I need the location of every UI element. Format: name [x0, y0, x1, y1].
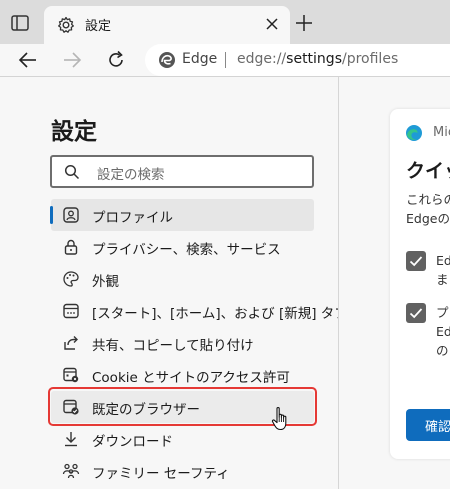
- tab-strip: 設定: [0, 0, 450, 44]
- option-checkbox-2[interactable]: [406, 303, 426, 323]
- sidebar-item-label: Cookie とサイトのアクセス許可: [92, 370, 290, 386]
- back-icon[interactable]: [17, 49, 39, 71]
- sidebar-item-profiles[interactable]: プロファイル: [50, 199, 314, 231]
- edge-logo-icon: [159, 52, 175, 68]
- address-bar[interactable]: Edge edge://settings/profiles: [145, 44, 450, 76]
- sidebar-item-label: 共有、コピーして貼り付け: [92, 338, 254, 354]
- content-panel: Mic クイッ これらの Edgeの Ed ま プ Ed の 確認: [339, 77, 450, 489]
- confirm-button-label: 確認: [425, 420, 450, 435]
- address-url: edge://settings/profiles: [237, 51, 399, 67]
- edge-logo-icon: [406, 125, 422, 141]
- tab-settings[interactable]: 設定: [44, 6, 290, 44]
- quick-setup-card: Mic クイッ これらの Edgeの Ed ま プ Ed の 確認: [390, 109, 450, 459]
- sidebar-item-label: ダウンロード: [92, 434, 173, 450]
- family-icon: [62, 463, 80, 479]
- share-icon: [64, 336, 78, 350]
- sidebar-item-label: プロファイル: [92, 210, 173, 226]
- refresh-icon[interactable]: [105, 49, 127, 71]
- hand-cursor-icon: [271, 406, 287, 431]
- sidebar-item-family-safety[interactable]: ファミリー セーフティ: [51, 455, 314, 487]
- card-description: これらの Edgeの: [406, 192, 450, 226]
- profile-icon: [63, 207, 79, 223]
- card-brand: Mic: [433, 125, 450, 140]
- page-title: 設定: [51, 119, 97, 145]
- checkmark-icon: [409, 308, 423, 319]
- sidebar-item-start-home-newtab[interactable]: [スタート]、[ホーム]、および [新規] タブ: [51, 295, 348, 327]
- sidebar-item-label: 外観: [92, 274, 119, 290]
- download-icon: [65, 432, 77, 447]
- sidebar-item-label: ファミリー セーフティ: [92, 466, 230, 482]
- option-checkbox-1[interactable]: [406, 251, 426, 271]
- new-tab-icon[interactable]: [294, 13, 314, 33]
- site-permissions-icon: [63, 367, 79, 383]
- sidebar-item-privacy[interactable]: プライバシー、検索、サービス: [51, 231, 314, 263]
- card-title: クイッ: [406, 160, 450, 182]
- sidebar-item-appearance[interactable]: 外観: [51, 263, 314, 295]
- forward-icon: [64, 52, 82, 68]
- tab-title: 設定: [85, 19, 112, 34]
- close-icon[interactable]: [264, 16, 280, 32]
- search-input[interactable]: 設定の検索: [50, 155, 314, 188]
- address-brand: Edge: [182, 51, 218, 67]
- search-icon: [64, 164, 80, 180]
- checkmark-icon: [409, 256, 423, 267]
- palette-icon: [63, 271, 79, 287]
- active-indicator: [50, 206, 53, 224]
- confirm-button[interactable]: 確認: [406, 409, 450, 441]
- option-label-2: プ Ed の: [436, 305, 450, 358]
- lock-icon: [64, 239, 78, 255]
- start-page-icon: [63, 303, 79, 319]
- sidebar-item-share-copy-paste[interactable]: 共有、コピーして貼り付け: [51, 327, 314, 359]
- sidebar-item-label: [スタート]、[ホーム]、および [新規] タブ: [92, 306, 348, 322]
- option-label-1: Ed ま: [436, 253, 450, 287]
- gear-icon: [58, 16, 74, 33]
- toolbar: Edge edge://settings/profiles: [0, 44, 450, 76]
- tab-actions-icon[interactable]: [10, 13, 30, 33]
- search-placeholder: 設定の検索: [97, 167, 165, 183]
- address-separator: [225, 52, 226, 68]
- sidebar-item-label: プライバシー、検索、サービス: [92, 242, 281, 258]
